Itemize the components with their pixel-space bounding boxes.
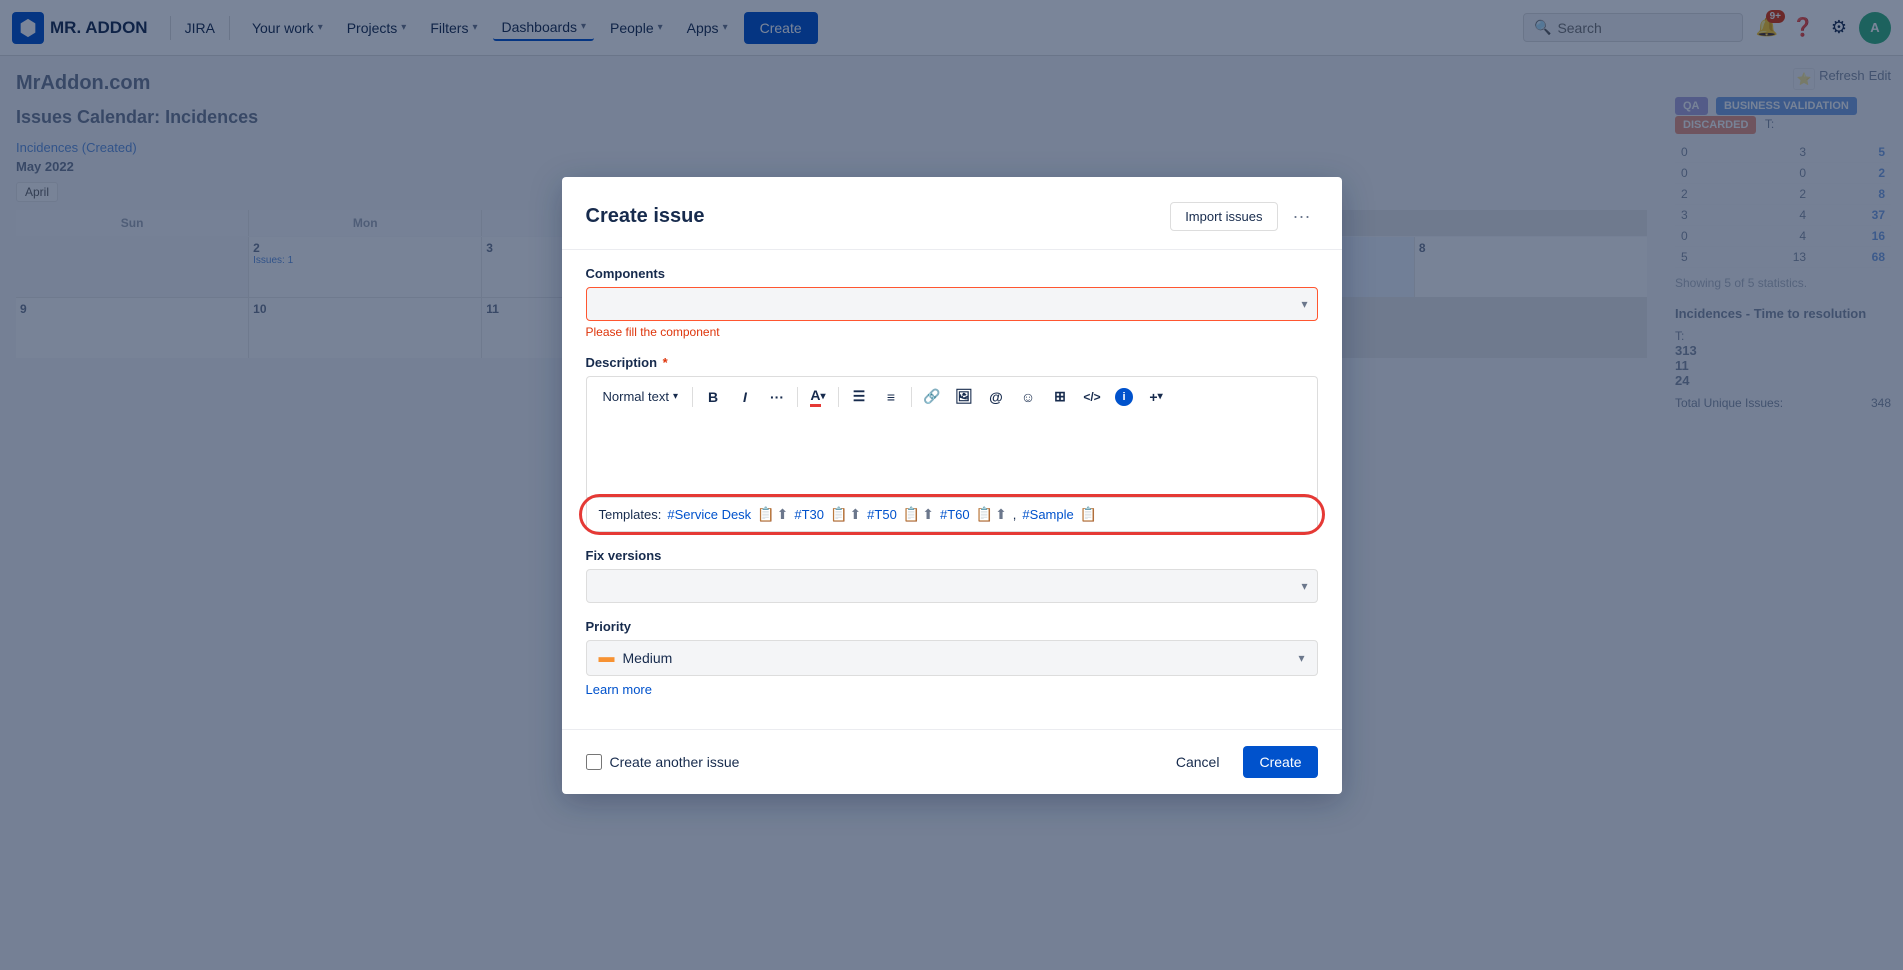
modal-header: Create issue Import issues ···: [562, 177, 1342, 250]
link-button[interactable]: 🔗: [918, 383, 946, 411]
priority-label: Priority: [586, 619, 1318, 634]
chevron-down-icon: ▾: [821, 391, 826, 402]
image-icon: 🖼: [955, 388, 973, 405]
copy-icon[interactable]: 📋: [976, 506, 993, 523]
copy-icon[interactable]: 📋: [903, 506, 920, 523]
emoji-button[interactable]: ☺: [1014, 383, 1042, 411]
components-select-wrapper: ▾: [586, 287, 1318, 321]
modal-footer: Create another issue Cancel Create: [562, 729, 1342, 794]
table-icon: ⊞: [1054, 388, 1066, 405]
upload-icon[interactable]: ⬆: [849, 506, 861, 523]
modal-header-actions: Import issues ···: [1170, 201, 1317, 233]
more-icon: ···: [1293, 206, 1311, 227]
upload-icon[interactable]: ⬆: [777, 506, 789, 523]
priority-field: Priority ▬ Medium ▾ Learn more: [586, 619, 1318, 697]
description-label: Description *: [586, 355, 1318, 370]
create-button[interactable]: Create: [1243, 746, 1317, 778]
info-button[interactable]: i: [1110, 383, 1138, 411]
bullet-list-button[interactable]: ☰: [845, 383, 873, 411]
more-options-button[interactable]: + ▾: [1142, 383, 1170, 411]
description-toolbar: Normal text ▾ B I ··· A ▾ ☰ ≡: [586, 376, 1318, 417]
upload-icon[interactable]: ⬆: [922, 506, 934, 523]
image-button[interactable]: 🖼: [950, 383, 978, 411]
template-sample[interactable]: #Sample: [1022, 507, 1073, 522]
template-service-desk[interactable]: #Service Desk: [667, 507, 751, 522]
toolbar-divider3: [838, 387, 839, 407]
chevron-down-icon: ▾: [1158, 391, 1163, 402]
learn-more-link[interactable]: Learn more: [586, 682, 1318, 697]
components-label: Components: [586, 266, 1318, 281]
create-issue-modal: Create issue Import issues ··· Component…: [562, 177, 1342, 794]
plus-icon: +: [1149, 389, 1157, 405]
create-another-label[interactable]: Create another issue: [610, 754, 740, 770]
code-button[interactable]: </>: [1078, 383, 1106, 411]
templates-label: Templates:: [599, 507, 662, 522]
numbered-list-button[interactable]: ≡: [877, 383, 905, 411]
toolbar-divider: [692, 387, 693, 407]
components-select[interactable]: [586, 287, 1318, 321]
emoji-icon: ☺: [1021, 389, 1035, 405]
import-issues-button[interactable]: Import issues: [1170, 202, 1277, 231]
table-button[interactable]: ⊞: [1046, 383, 1074, 411]
components-error: Please fill the component: [586, 325, 1318, 339]
bullet-list-icon: ☰: [853, 388, 866, 405]
bold-button[interactable]: B: [699, 383, 727, 411]
italic-button[interactable]: I: [731, 383, 759, 411]
copy-icon[interactable]: 📋: [1080, 506, 1097, 523]
templates-row: Templates: #Service Desk 📋 ⬆ #T30 📋 ⬆ #T…: [586, 497, 1318, 532]
mention-button[interactable]: @: [982, 383, 1010, 411]
copy-icon[interactable]: 📋: [757, 506, 774, 523]
template-t60-icons: 📋 ⬆: [976, 506, 1007, 523]
cancel-button[interactable]: Cancel: [1160, 746, 1236, 778]
fix-versions-field: Fix versions ▾: [586, 548, 1318, 603]
text-color-button[interactable]: A ▾: [804, 383, 832, 411]
chevron-down-icon: ▾: [673, 391, 678, 402]
fix-versions-select-wrapper: ▾: [586, 569, 1318, 603]
mention-icon: @: [989, 389, 1003, 405]
template-t50[interactable]: #T50: [867, 507, 897, 522]
copy-icon[interactable]: 📋: [830, 506, 847, 523]
template-comma-sample: ,: [1013, 507, 1017, 522]
template-t30[interactable]: #T30: [794, 507, 824, 522]
description-field: Description * Normal text ▾ B I ··· A: [586, 355, 1318, 532]
info-icon: i: [1115, 388, 1133, 406]
toolbar-divider4: [911, 387, 912, 407]
modal-title: Create issue: [586, 205, 705, 228]
template-t50-icons: 📋 ⬆: [903, 506, 934, 523]
template-t30-icons: 📋 ⬆: [830, 506, 861, 523]
required-indicator: *: [663, 355, 668, 370]
toolbar-divider2: [797, 387, 798, 407]
modal-more-button[interactable]: ···: [1286, 201, 1318, 233]
numbered-list-icon: ≡: [887, 389, 895, 405]
template-service-desk-icons: 📋 ⬆: [757, 506, 788, 523]
fix-versions-label: Fix versions: [586, 548, 1318, 563]
link-icon: 🔗: [923, 388, 940, 405]
components-field: Components ▾ Please fill the component: [586, 266, 1318, 339]
upload-icon[interactable]: ⬆: [995, 506, 1007, 523]
create-another-row: Create another issue: [586, 754, 740, 770]
more-format-button[interactable]: ···: [763, 383, 791, 411]
priority-medium-icon: ▬: [599, 649, 615, 667]
code-icon: </>: [1083, 390, 1100, 404]
modal-body: Components ▾ Please fill the component D…: [562, 250, 1342, 729]
create-another-checkbox[interactable]: [586, 754, 602, 770]
description-editor[interactable]: [586, 417, 1318, 497]
modal-overlay[interactable]: Create issue Import issues ··· Component…: [0, 0, 1903, 970]
priority-value: Medium: [623, 650, 1291, 666]
chevron-down-icon: ▾: [1298, 651, 1304, 665]
footer-actions: Cancel Create: [1160, 746, 1318, 778]
priority-select[interactable]: ▬ Medium ▾: [586, 640, 1318, 676]
fix-versions-select[interactable]: [586, 569, 1318, 603]
text-style-dropdown[interactable]: Normal text ▾: [595, 383, 687, 411]
template-t60[interactable]: #T60: [940, 507, 970, 522]
